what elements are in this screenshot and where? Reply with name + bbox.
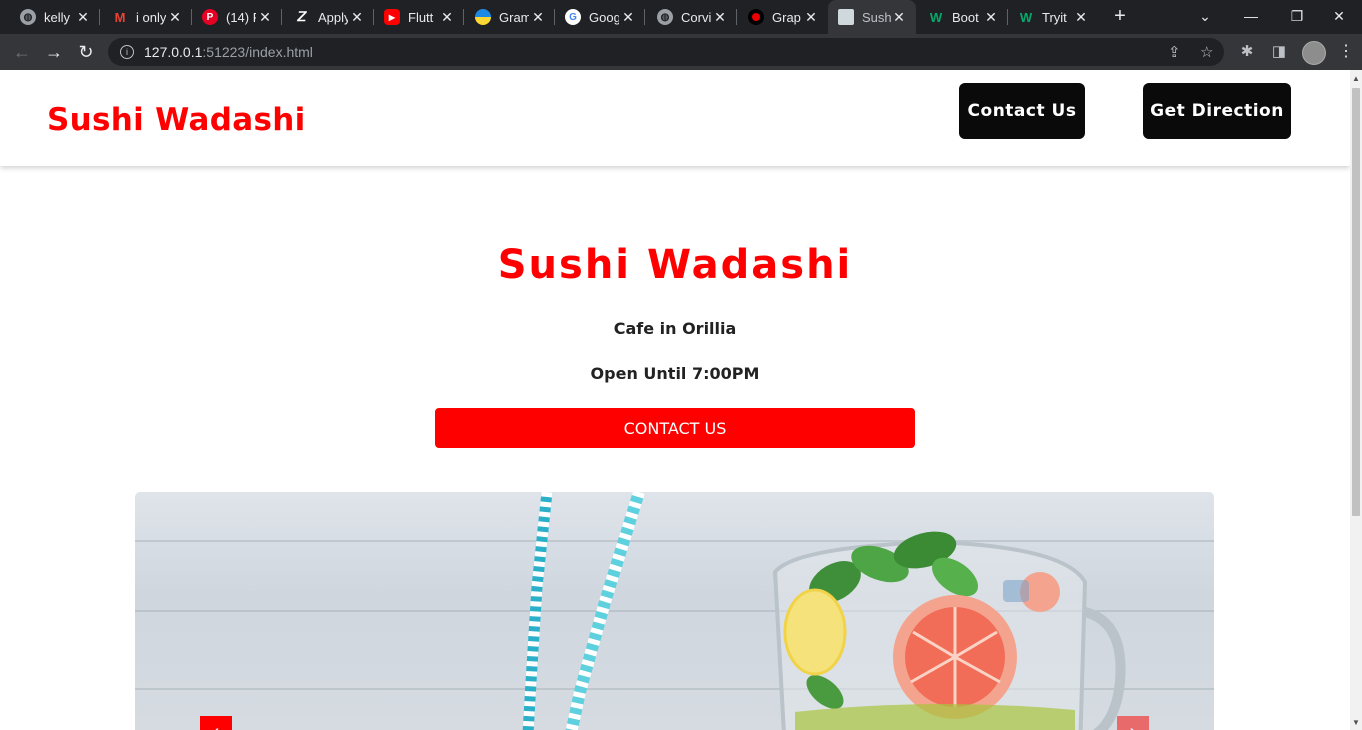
url-host: 127.0.0.1 bbox=[144, 44, 203, 60]
ice-cube bbox=[1003, 580, 1029, 602]
google-icon: G bbox=[565, 9, 581, 25]
contact-us-button[interactable]: Contact Us bbox=[959, 83, 1085, 139]
tab-title: Sush bbox=[862, 9, 892, 25]
image-carousel: ‹ › bbox=[135, 492, 1214, 730]
tab-title: Boot bbox=[952, 9, 979, 25]
close-tab-icon[interactable]: ✕ bbox=[1074, 9, 1088, 26]
tab-title: Gram bbox=[499, 9, 529, 25]
browser-tab[interactable]: ◍ kelly ✕ bbox=[0, 0, 100, 34]
site-brand[interactable]: Sushi Wadashi bbox=[47, 102, 306, 138]
page-viewport: Sushi Wadashi Contact Us Get Direction S… bbox=[0, 70, 1350, 730]
browser-tab-strip: ◍ kelly ✕ M i only ✕ P (14) P ✕ 𝘡 Apply … bbox=[0, 0, 1362, 34]
browser-menu-icon[interactable]: ⋮ bbox=[1338, 40, 1354, 64]
share-icon[interactable]: ⇪ bbox=[1168, 43, 1181, 61]
browser-tab[interactable]: ◍ Corvi ✕ bbox=[637, 0, 737, 34]
browser-tab[interactable]: P (14) P ✕ bbox=[182, 0, 282, 34]
get-direction-button[interactable]: Get Direction bbox=[1143, 83, 1291, 139]
record-icon bbox=[748, 9, 764, 25]
tab-search-icon[interactable]: ⌄ bbox=[1182, 0, 1228, 32]
scroll-up-icon[interactable]: ▲ bbox=[1350, 72, 1362, 86]
bookmark-star-icon[interactable]: ☆ bbox=[1200, 43, 1213, 61]
new-tab-icon[interactable]: + bbox=[1108, 4, 1132, 28]
carousel-prev-icon[interactable]: ‹ bbox=[200, 716, 232, 730]
browser-tab[interactable]: ▶ Flutt ✕ bbox=[364, 0, 464, 34]
extensions-icon[interactable]: ✱ bbox=[1238, 43, 1256, 61]
minimize-icon[interactable]: — bbox=[1228, 0, 1274, 32]
tab-title: Tryit bbox=[1042, 9, 1067, 25]
close-tab-icon[interactable]: ✕ bbox=[531, 9, 545, 26]
w3-icon: W bbox=[928, 9, 944, 25]
tab-title: i only bbox=[136, 9, 166, 25]
reload-icon[interactable]: ↻ bbox=[74, 40, 98, 64]
carousel-drink-image bbox=[522, 492, 1126, 730]
straw-right bbox=[565, 492, 645, 730]
tab-title: Goog bbox=[589, 9, 619, 25]
globe-icon: ◍ bbox=[20, 9, 36, 25]
lemon-slice bbox=[783, 588, 847, 676]
grammarly-icon bbox=[475, 9, 491, 25]
url-path: :51223/index.html bbox=[202, 44, 313, 60]
hero-subtitle: Cafe in Orillia bbox=[613, 319, 737, 338]
close-tab-icon[interactable]: ✕ bbox=[168, 9, 182, 26]
scroll-down-icon[interactable]: ▼ bbox=[1350, 716, 1362, 730]
close-tab-icon[interactable]: ✕ bbox=[76, 9, 90, 26]
glass-handle-shape bbox=[1083, 607, 1126, 730]
browser-tab[interactable]: W Boot ✕ bbox=[908, 0, 1008, 34]
close-tab-icon[interactable]: ✕ bbox=[892, 9, 906, 26]
address-bar[interactable]: i 127.0.0.1:51223/index.html ⇪ ☆ bbox=[108, 38, 1224, 66]
tab-title: Flutt bbox=[408, 9, 434, 25]
browser-tab[interactable]: Grap ✕ bbox=[728, 0, 828, 34]
youtube-icon: ▶ bbox=[384, 9, 400, 25]
hero-contact-button[interactable]: CONTACT US bbox=[435, 408, 915, 448]
close-tab-icon[interactable]: ✕ bbox=[258, 9, 272, 26]
page-scrollbar[interactable]: ▲ ▼ bbox=[1350, 70, 1362, 730]
w3-icon: W bbox=[1018, 9, 1034, 25]
tab-title: kelly bbox=[44, 9, 71, 25]
page-icon bbox=[838, 9, 854, 25]
hero-hours: Open Until 7:00PM bbox=[590, 364, 760, 383]
browser-tab-active[interactable]: Sush ✕ bbox=[828, 0, 916, 34]
straw-left bbox=[522, 492, 553, 730]
side-panel-icon[interactable]: ◨ bbox=[1270, 43, 1288, 61]
close-tab-icon[interactable]: ✕ bbox=[621, 9, 635, 26]
tab-title: Corvi bbox=[681, 9, 711, 25]
back-icon[interactable]: ← bbox=[10, 40, 34, 64]
apply-icon: 𝘡 bbox=[294, 9, 310, 25]
restore-icon[interactable]: ❐ bbox=[1274, 0, 1320, 32]
close-window-icon[interactable]: ✕ bbox=[1316, 0, 1362, 32]
browser-tab[interactable]: Gram ✕ bbox=[455, 0, 555, 34]
site-header: Sushi Wadashi Contact Us Get Direction bbox=[0, 70, 1350, 166]
site-info-icon[interactable]: i bbox=[120, 45, 134, 59]
close-tab-icon[interactable]: ✕ bbox=[804, 9, 818, 26]
browser-tab[interactable]: G Goog ✕ bbox=[545, 0, 645, 34]
tab-title: (14) P bbox=[226, 9, 256, 25]
browser-toolbar: ← → ↻ i 127.0.0.1:51223/index.html ⇪ ☆ ✱… bbox=[0, 34, 1362, 70]
browser-tab[interactable]: W Tryit ✕ bbox=[998, 0, 1098, 34]
tab-title: Grap bbox=[772, 9, 801, 25]
close-tab-icon[interactable]: ✕ bbox=[984, 9, 998, 26]
globe-icon: ◍ bbox=[657, 9, 673, 25]
gmail-icon: M bbox=[112, 9, 128, 25]
scrollbar-thumb[interactable] bbox=[1352, 88, 1360, 516]
pinterest-icon: P bbox=[202, 9, 218, 25]
browser-tab[interactable]: M i only ✕ bbox=[92, 0, 192, 34]
tab-title: Apply bbox=[318, 9, 348, 25]
forward-icon[interactable]: → bbox=[42, 40, 66, 64]
close-tab-icon[interactable]: ✕ bbox=[713, 9, 727, 26]
close-tab-icon[interactable]: ✕ bbox=[350, 9, 364, 26]
browser-tab[interactable]: 𝘡 Apply ✕ bbox=[274, 0, 374, 34]
profile-avatar[interactable] bbox=[1302, 41, 1326, 65]
carousel-next-icon[interactable]: › bbox=[1117, 716, 1149, 730]
close-tab-icon[interactable]: ✕ bbox=[440, 9, 454, 26]
hero-title: Sushi Wadashi bbox=[497, 242, 853, 288]
